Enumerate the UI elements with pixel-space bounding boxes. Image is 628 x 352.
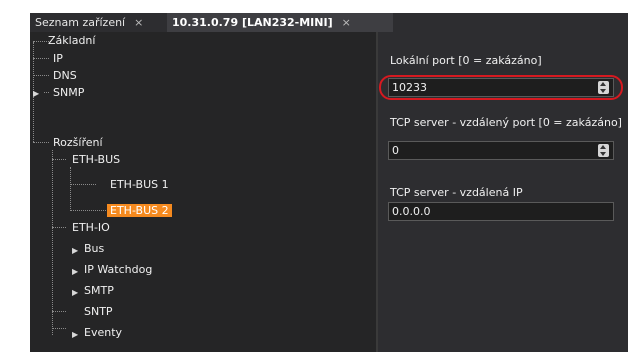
tab-device-config-label: 10.31.0.79 [LAN232-MINI] <box>172 16 333 29</box>
tree-item-smtp[interactable]: SMTP <box>84 282 114 299</box>
tree-item-ip[interactable]: IP <box>53 50 63 67</box>
tree-guide-line <box>44 92 49 93</box>
tree-item-rozsireni[interactable]: Rozšíření <box>53 134 103 151</box>
tree-guide-line <box>52 328 66 329</box>
tcp-remote-ip-label: TCP server - vzdálená IP <box>390 186 523 199</box>
tree-item-sntp[interactable]: SNTP <box>84 303 113 320</box>
tree-guide-line <box>70 167 71 211</box>
tree-item-eth-bus[interactable]: ETH-BUS <box>72 151 120 168</box>
tree-guide-line <box>52 227 66 228</box>
tcp-remote-ip-value: 0.0.0.0 <box>392 205 431 218</box>
spin-up-icon[interactable] <box>600 145 606 149</box>
close-icon[interactable]: × <box>342 13 351 32</box>
expand-arrow-icon[interactable]: ▶ <box>72 267 80 277</box>
tree-item-snmp[interactable]: SNMP <box>53 84 84 101</box>
tree-item-eth-bus-2[interactable]: ETH-BUS 2 <box>107 202 172 219</box>
tree-item-eth-bus-1[interactable]: ETH-BUS 1 <box>110 176 169 193</box>
spinner-icon[interactable] <box>598 144 609 157</box>
highlight-ring <box>379 75 623 100</box>
tree-guide-line <box>52 150 53 335</box>
tree-guide-line <box>33 58 49 59</box>
close-icon[interactable]: × <box>134 13 143 32</box>
tree-guide-line <box>33 75 49 76</box>
tab-device-list[interactable]: Seznam zařízení × <box>30 13 167 32</box>
tcp-remote-port-value: 0 <box>392 144 399 157</box>
tree-guide-line <box>70 184 96 185</box>
spin-down-icon[interactable] <box>600 152 606 156</box>
tcp-remote-ip-input[interactable]: 0.0.0.0 <box>388 202 614 221</box>
tcp-remote-port-label: TCP server - vzdálený port [0 = zakázáno… <box>390 116 622 129</box>
tab-strip: Seznam zařízení × 10.31.0.79 [LAN232-MINI… <box>30 13 628 32</box>
tree-guide-line <box>52 159 66 160</box>
tcp-remote-port-input[interactable]: 0 <box>388 141 614 160</box>
tree-item-zakladni[interactable]: Základní <box>48 32 95 49</box>
tree-guide-line <box>52 311 66 312</box>
tree-item-eth-io[interactable]: ETH-IO <box>72 219 110 236</box>
tree-item-dns[interactable]: DNS <box>53 67 77 84</box>
tree-guide-line <box>33 41 49 42</box>
expand-arrow-icon[interactable]: ▶ <box>72 330 80 340</box>
tree-item-ip-watchdog[interactable]: IP Watchdog <box>84 261 152 278</box>
tree-item-eventy[interactable]: Eventy <box>84 324 122 341</box>
app-window: Seznam zařízení × 10.31.0.79 [LAN232-MINI… <box>0 0 628 352</box>
tree-item-bus[interactable]: Bus <box>84 240 104 257</box>
expand-arrow-icon[interactable]: ▶ <box>72 246 80 256</box>
local-port-label: Lokální port [0 = zakázáno] <box>390 54 542 67</box>
tab-device-config[interactable]: 10.31.0.79 [LAN232-MINI] × <box>167 13 393 32</box>
tree-guide-line <box>70 210 106 211</box>
expand-arrow-icon[interactable]: ▶ <box>72 288 80 298</box>
settings-tree: Základní IP DNS ▶ SNMP Rozšíření ETH-BUS… <box>30 32 378 352</box>
expand-arrow-icon[interactable]: ▶ <box>33 89 41 99</box>
tab-device-list-label: Seznam zařízení <box>35 16 126 29</box>
tree-guide-line <box>33 142 49 143</box>
